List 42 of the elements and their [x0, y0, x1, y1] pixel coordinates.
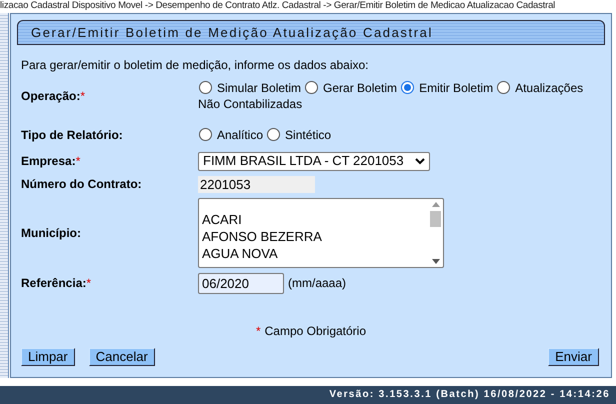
company-select[interactable]: FIMM BRASIL LTDA - CT 2201053 — [198, 152, 430, 170]
radio-label[interactable]: Emitir Boletim — [419, 81, 494, 95]
radio-button[interactable] — [401, 81, 414, 94]
radio-button[interactable] — [267, 128, 280, 141]
field-label: Número do Contrato: — [21, 176, 143, 193]
radio-label[interactable]: Atualizações — [515, 81, 584, 95]
required-mark: * — [76, 154, 80, 168]
radio-button[interactable] — [199, 128, 212, 141]
radio-label[interactable]: Analítico — [217, 128, 264, 142]
version-bar: Versão: 3.153.3.1 (Batch) 16/08/2022 - 14:14:26 — [0, 386, 616, 404]
list-option[interactable]: AFONSO BEZERRA — [202, 228, 428, 245]
list-option[interactable]: ACARI — [202, 211, 428, 228]
radio-label[interactable]: Sintético — [285, 128, 332, 142]
list-option[interactable]: AGUA NOVA — [202, 245, 428, 262]
radio-label[interactable]: Gerar Boletim — [323, 81, 398, 95]
required-note: Campo Obrigatório — [264, 324, 366, 338]
form-button[interactable]: Limpar — [21, 348, 75, 366]
format-hint: (mm/aaaa) — [288, 275, 346, 292]
required-mark: * — [256, 324, 261, 338]
field-label: Operação:* — [21, 88, 86, 105]
required-mark: * — [86, 276, 92, 290]
chevron-down-icon — [415, 158, 425, 164]
required-mark: * — [80, 89, 86, 103]
breadcrumb: lizacao Cadastral Dispositivo Movel -> Desempenho de Contrato Atlz. Cadastral -> Gerar/Emitir Boletim de Medicao Atualizacao Cadastral — [0, 0, 556, 11]
radio-button[interactable] — [305, 81, 318, 94]
form-button[interactable]: Enviar — [548, 348, 599, 366]
field-label: Empresa:* — [21, 153, 82, 170]
contract-number-field: 2201053 — [198, 176, 315, 192]
radio-label[interactable]: Não Contabilizadas — [198, 96, 601, 112]
radio-button[interactable] — [199, 81, 212, 94]
field-label: Referência:* — [21, 275, 92, 292]
scroll-up-icon[interactable] — [432, 202, 440, 207]
page-title: Gerar/Emitir Boletim de Medição Atualização Cadastral — [17, 20, 605, 45]
scroll-down-icon[interactable] — [432, 259, 440, 264]
municipality-list[interactable]: ACARI AFONSO BEZERRA AGUA NOVA — [198, 198, 444, 268]
field-label: Tipo de Relatório: — [21, 127, 124, 144]
radio-button[interactable] — [497, 81, 510, 94]
form-button[interactable]: Cancelar — [88, 348, 155, 366]
radio-label[interactable]: Simular Boletim — [217, 81, 302, 95]
instruction-text: Para gerar/emitir o boletim de medição, informe os dados abaixo: — [21, 57, 370, 73]
field-label: Município: — [21, 225, 82, 242]
reference-input[interactable]: 06/2020 — [198, 272, 284, 294]
